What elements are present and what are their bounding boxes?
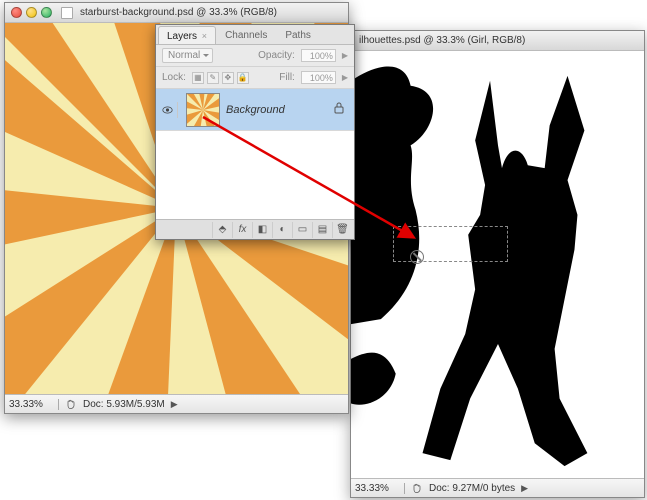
eye-icon: [162, 105, 173, 115]
hand-icon: [65, 398, 77, 410]
minimize-window-button[interactable]: [26, 7, 37, 18]
statusbar: 33.33% Doc: 5.93M/5.93M ▶: [5, 394, 348, 413]
close-window-button[interactable]: [11, 7, 22, 18]
layers-panel: Layers × Channels Paths Normal Opacity: …: [155, 24, 355, 240]
document-icon: [61, 7, 73, 19]
doc-info: Doc: 5.93M/5.93M: [83, 399, 165, 410]
link-layers-button[interactable]: ⬘: [212, 222, 232, 238]
document-window-silhouettes: ilhouettes.psd @ 33.3% (Girl, RGB/8) 33.…: [350, 30, 645, 498]
titlebar[interactable]: ilhouettes.psd @ 33.3% (Girl, RGB/8): [351, 31, 644, 51]
zoom-level[interactable]: 33.33%: [355, 483, 405, 494]
blend-mode-select[interactable]: Normal: [162, 48, 213, 63]
tab-label: Layers: [167, 31, 197, 42]
panel-footer: ⬘ fx ◧ ◐ ▭ ▤ 🗑: [156, 219, 354, 239]
statusbar: 33.33% Doc: 9.27M/0 bytes ▶: [351, 478, 644, 497]
delete-layer-button[interactable]: 🗑: [332, 222, 352, 238]
traffic-lights: [11, 7, 52, 18]
lock-icon[interactable]: [334, 102, 344, 117]
panel-tabs: Layers × Channels Paths: [156, 25, 354, 45]
layer-list: Background: [156, 89, 354, 219]
lock-pixels-icon[interactable]: ✎: [207, 72, 219, 84]
close-icon[interactable]: ×: [202, 31, 207, 41]
blend-opacity-row: Normal Opacity: 100% ▶: [156, 45, 354, 67]
layer-name[interactable]: Background: [226, 104, 328, 116]
document-title: ilhouettes.psd @ 33.3% (Girl, RGB/8): [359, 35, 525, 46]
tab-channels[interactable]: Channels: [216, 26, 276, 44]
titlebar[interactable]: starburst-background.psd @ 33.3% (RGB/8): [5, 3, 348, 23]
tab-layers[interactable]: Layers ×: [158, 26, 216, 44]
opacity-label: Opacity:: [258, 50, 295, 61]
zoom-window-button[interactable]: [41, 7, 52, 18]
document-title: starburst-background.psd @ 33.3% (RGB/8): [80, 7, 277, 18]
chevron-right-icon[interactable]: ▶: [342, 73, 348, 82]
lock-fill-row: Lock: ▦ ✎ ✥ 🔒 Fill: 100% ▶: [156, 67, 354, 89]
lock-transparency-icon[interactable]: ▦: [192, 72, 204, 84]
opacity-field[interactable]: 100%: [301, 49, 336, 62]
tab-paths[interactable]: Paths: [276, 26, 320, 44]
fill-field[interactable]: 100%: [301, 71, 336, 84]
no-drop-cursor-icon: [410, 250, 424, 264]
layer-style-button[interactable]: fx: [232, 222, 252, 238]
lock-all-icon[interactable]: 🔒: [237, 72, 249, 84]
lock-position-icon[interactable]: ✥: [222, 72, 234, 84]
layer-row-background[interactable]: Background: [156, 89, 354, 131]
adjustment-layer-button[interactable]: ◐: [272, 222, 292, 238]
chevron-right-icon[interactable]: ▶: [171, 399, 178, 410]
layer-thumbnail[interactable]: [186, 93, 220, 127]
hand-icon: [411, 482, 423, 494]
lock-icon-group: ▦ ✎ ✥ 🔒: [192, 72, 249, 84]
new-group-button[interactable]: ▭: [292, 222, 312, 238]
zoom-level[interactable]: 33.33%: [9, 399, 59, 410]
chevron-right-icon[interactable]: ▶: [342, 51, 348, 60]
visibility-toggle[interactable]: [162, 102, 178, 118]
new-layer-button[interactable]: ▤: [312, 222, 332, 238]
layer-mask-button[interactable]: ◧: [252, 222, 272, 238]
doc-info: Doc: 9.27M/0 bytes: [429, 483, 515, 494]
fill-label: Fill:: [279, 72, 295, 83]
canvas[interactable]: [351, 51, 644, 478]
chevron-right-icon[interactable]: ▶: [521, 483, 528, 494]
lock-label: Lock:: [162, 72, 186, 83]
